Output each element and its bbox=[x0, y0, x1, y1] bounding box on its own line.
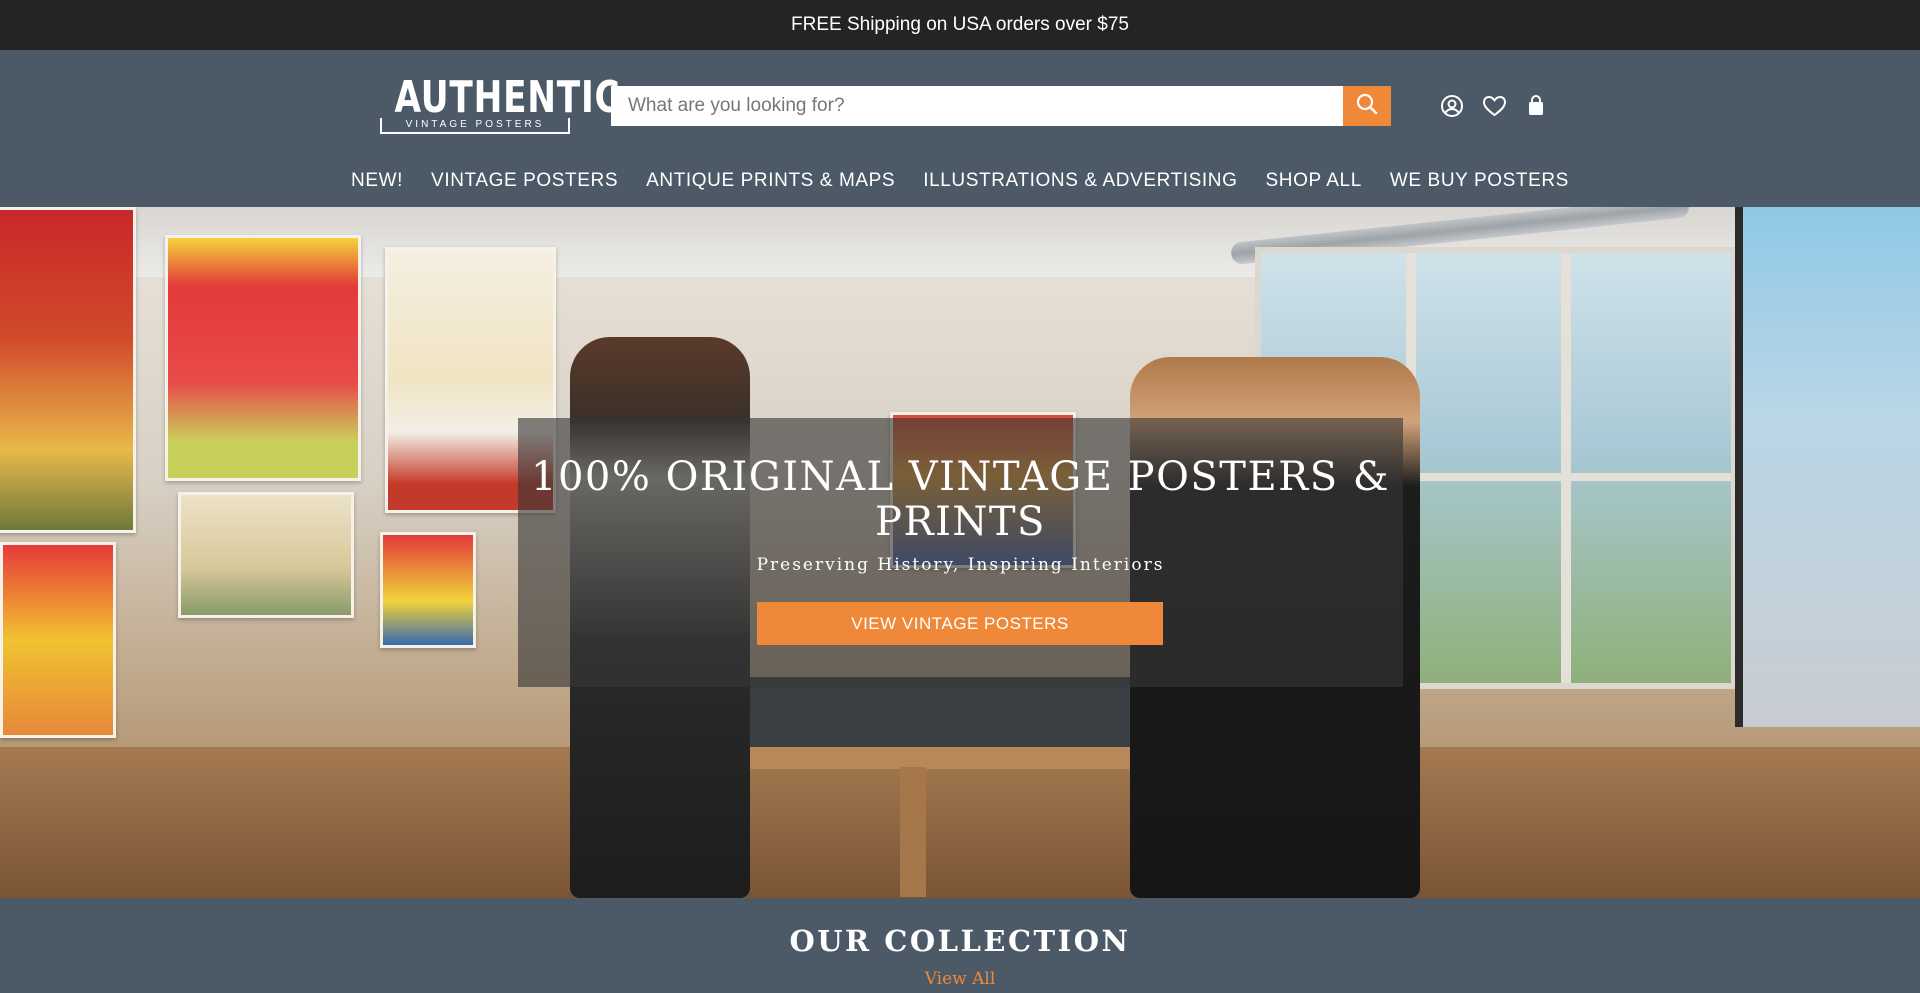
search-icon bbox=[1355, 92, 1379, 121]
nav-item-antique-prints-maps[interactable]: ANTIQUE PRINTS & MAPS bbox=[646, 170, 895, 192]
nav-item-we-buy-posters[interactable]: WE BUY POSTERS bbox=[1390, 170, 1569, 192]
view-all-link[interactable]: View All bbox=[0, 969, 1920, 989]
nav-item-new[interactable]: NEW! bbox=[351, 170, 403, 192]
view-vintage-posters-button[interactable]: VIEW VINTAGE POSTERS bbox=[757, 602, 1163, 645]
nav-item-shop-all[interactable]: SHOP ALL bbox=[1266, 170, 1362, 192]
search-button[interactable] bbox=[1343, 86, 1391, 126]
hero-poster-2 bbox=[165, 235, 361, 481]
wishlist-heart-icon[interactable] bbox=[1481, 93, 1507, 119]
nav-item-illustrations-advertising[interactable]: ILLUSTRATIONS & ADVERTISING bbox=[923, 170, 1237, 192]
site-logo[interactable]: AUTHENTIC VINTAGE POSTERS bbox=[372, 72, 621, 134]
hero-photo-floor bbox=[0, 747, 1920, 898]
hero-banner: 100% ORIGINAL VINTAGE POSTERS & PRINTS P… bbox=[0, 207, 1920, 898]
hero-poster-6 bbox=[0, 542, 116, 738]
logo-main-text: AUTHENTIC bbox=[394, 72, 621, 123]
account-icon[interactable] bbox=[1439, 93, 1465, 119]
announcement-bar: FREE Shipping on USA orders over $75 bbox=[0, 0, 1920, 50]
hero-poster-4 bbox=[178, 492, 354, 618]
collection-title: OUR COLLECTION bbox=[789, 924, 1131, 958]
hero-photo-table-leg bbox=[900, 767, 926, 897]
nav-item-vintage-posters[interactable]: VINTAGE POSTERS bbox=[431, 170, 618, 192]
logo-sub-text: VINTAGE POSTERS bbox=[380, 118, 570, 134]
hero-photo-window-right bbox=[1735, 207, 1920, 727]
cart-bag-icon[interactable] bbox=[1523, 93, 1549, 119]
hero-poster-5 bbox=[380, 532, 476, 648]
main-navigation: NEW! VINTAGE POSTERS ANTIQUE PRINTS & MA… bbox=[0, 163, 1920, 199]
search-input[interactable] bbox=[611, 86, 1343, 126]
site-header: AUTHENTIC VINTAGE POSTERS NEW! VINTAGE P… bbox=[0, 50, 1920, 207]
hero-subtitle: Preserving History, Inspiring Interiors bbox=[756, 555, 1165, 575]
announcement-text: FREE Shipping on USA orders over $75 bbox=[791, 14, 1129, 35]
hero-poster-1 bbox=[0, 207, 136, 533]
hero-title: 100% ORIGINAL VINTAGE POSTERS & PRINTS bbox=[531, 454, 1390, 545]
